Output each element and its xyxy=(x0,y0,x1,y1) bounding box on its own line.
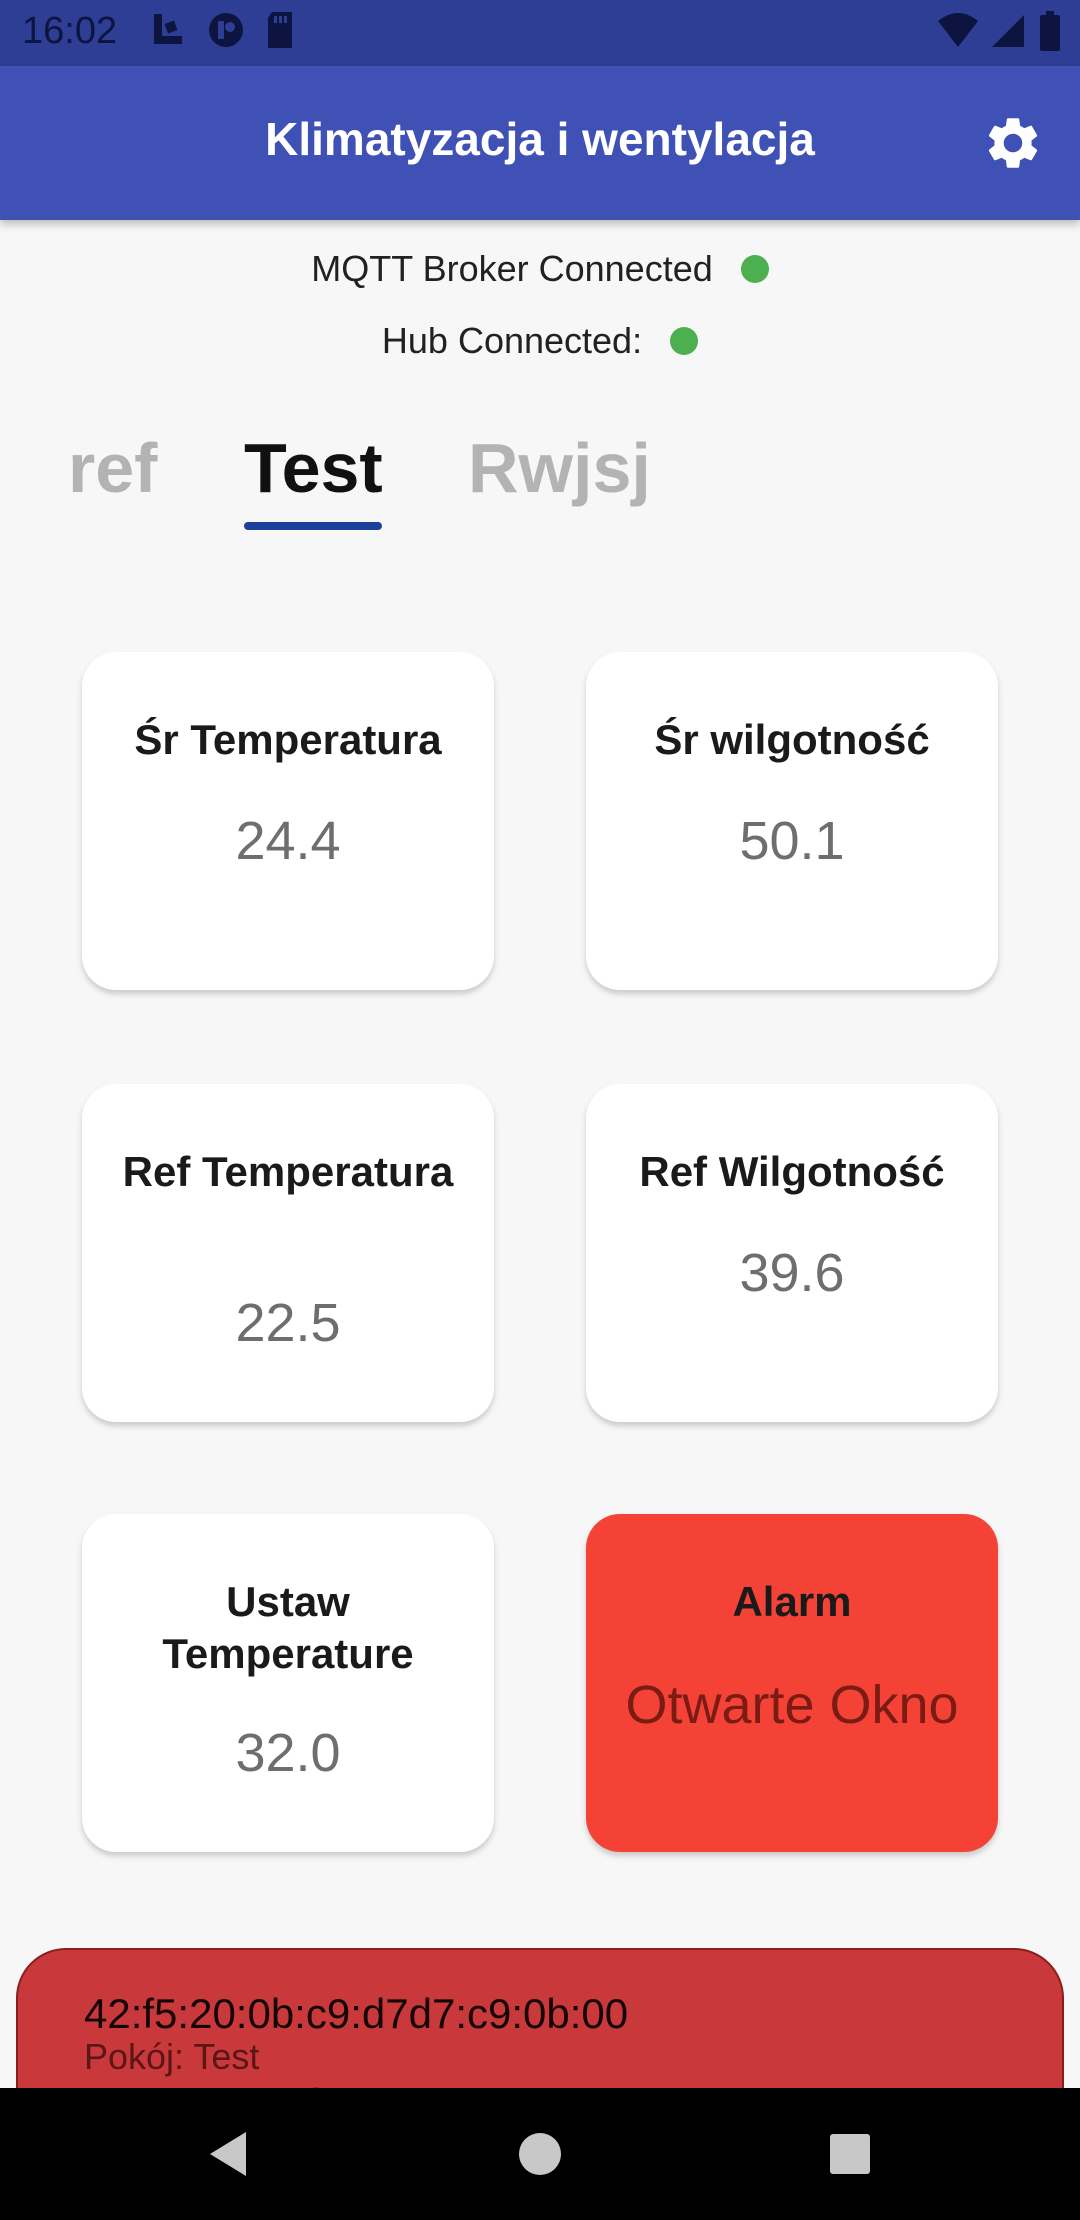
card-set-temperature[interactable]: Ustaw Temperature 32.0 xyxy=(82,1514,494,1852)
tab-ref[interactable]: ref xyxy=(68,428,157,508)
card-title: Alarm xyxy=(732,1578,852,1625)
mqtt-status: MQTT Broker Connected xyxy=(0,248,1080,290)
hub-status-dot xyxy=(670,327,699,355)
mqtt-status-label: MQTT Broker Connected xyxy=(311,248,713,289)
card-title: Ref Wilgotność xyxy=(639,1148,945,1195)
alarm-value: Otwarte Okno xyxy=(625,1675,959,1735)
battery-icon xyxy=(1040,11,1060,51)
card-value: 22.5 xyxy=(235,1293,341,1353)
mqtt-status-dot xyxy=(740,255,769,283)
card-ref-humidity[interactable]: Ref Wilgotność 39.6 xyxy=(586,1084,998,1422)
status-right-icons xyxy=(936,10,1062,52)
card-alarm[interactable]: Alarm Otwarte Okno xyxy=(586,1514,998,1852)
card-value: 50.1 xyxy=(739,811,845,871)
card-title: Ustaw Temperature xyxy=(162,1578,414,1677)
home-circle-icon[interactable] xyxy=(510,2124,570,2184)
device-room: Pokój: Test xyxy=(84,2036,260,2077)
status-left-icons xyxy=(148,10,296,50)
status-time: 16:02 xyxy=(22,10,118,52)
card-value: 24.4 xyxy=(235,811,341,871)
delivery-icon xyxy=(154,14,182,44)
sd-card-icon xyxy=(268,12,292,48)
screen: 16:02 Klimatyzacja i wentylacja MQTT Bro… xyxy=(0,0,1080,2220)
navigation-bar xyxy=(0,2088,1080,2220)
hub-status-label: Hub Connected: xyxy=(381,320,643,361)
card-ref-temperature[interactable]: Ref Temperatura 22.5 xyxy=(82,1084,494,1422)
card-title: Ref Temperatura xyxy=(122,1148,454,1195)
tab-indicator xyxy=(244,522,382,530)
tab-test[interactable]: Test xyxy=(244,428,383,508)
gear-icon xyxy=(988,118,1038,168)
hub-status: Hub Connected: xyxy=(0,320,1080,362)
app-bar: Klimatyzacja i wentylacja xyxy=(0,66,1080,220)
back-triangle-icon[interactable] xyxy=(200,2124,260,2184)
signal-icon xyxy=(992,15,1024,47)
card-avg-humidity[interactable]: Śr wilgotność 50.1 xyxy=(586,652,998,990)
app-icon xyxy=(209,13,243,47)
card-value: 39.6 xyxy=(739,1243,845,1303)
device-id: 42:f5:20:0b:c9:d7d7:c9:0b:00 xyxy=(84,1990,629,2037)
card-value: 32.0 xyxy=(235,1723,341,1783)
app-title: Klimatyzacja i wentylacja xyxy=(265,113,815,165)
tab-rwjsj[interactable]: Rwjsj xyxy=(468,428,651,508)
recents-square-icon[interactable] xyxy=(820,2124,880,2184)
card-title: Śr wilgotność xyxy=(654,716,930,763)
wifi-icon xyxy=(938,13,978,47)
card-avg-temperature[interactable]: Śr Temperatura 24.4 xyxy=(82,652,494,990)
card-title: Śr Temperatura xyxy=(134,716,442,763)
settings-button[interactable] xyxy=(982,112,1044,174)
status-bar: 16:02 xyxy=(0,0,1080,66)
